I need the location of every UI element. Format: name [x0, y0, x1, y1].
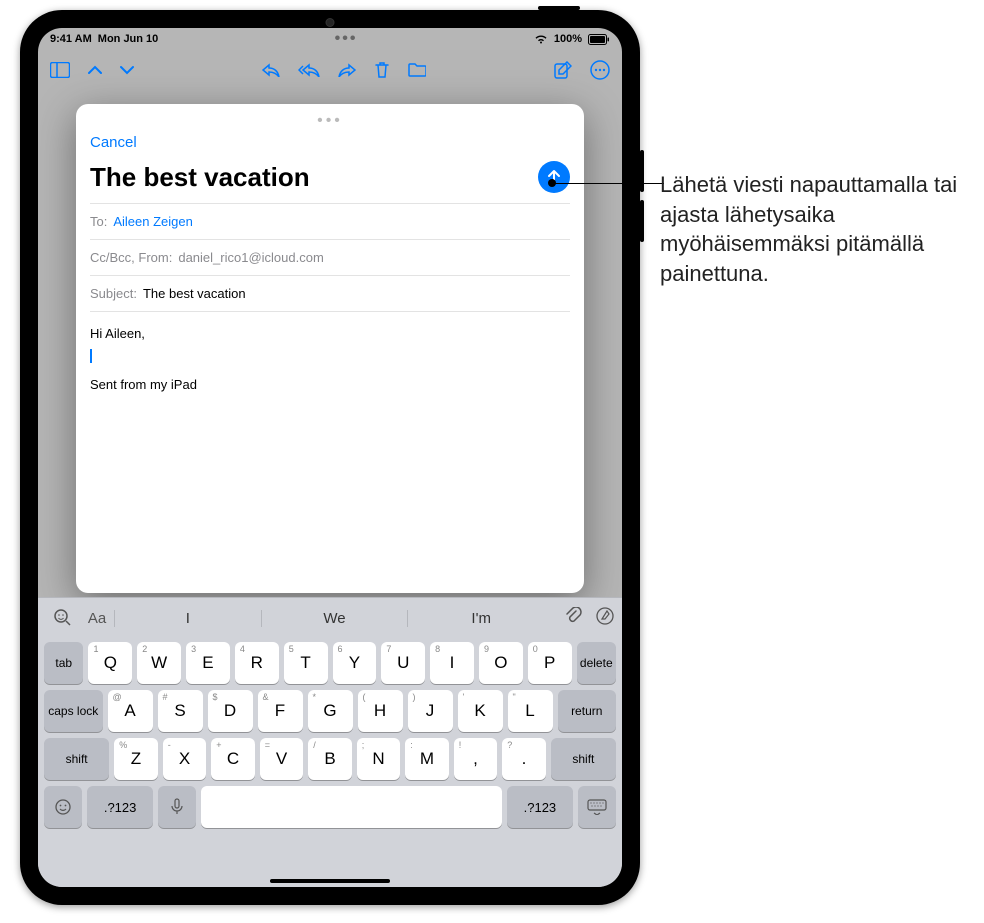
mail-toolbar: [38, 50, 622, 90]
reply-all-icon[interactable]: [298, 63, 320, 77]
attach-icon[interactable]: [564, 607, 582, 630]
front-camera: [326, 18, 335, 27]
key-delete[interactable]: delete: [577, 642, 616, 684]
compose-sheet: ••• Cancel The best vacation To: Aileen …: [76, 104, 584, 593]
battery-icon: [588, 34, 610, 45]
key-g[interactable]: G*: [308, 690, 353, 732]
ipad-frame: 9:41 AM Mon Jun 10 ••• 100%: [20, 10, 640, 905]
key-e[interactable]: E3: [186, 642, 230, 684]
key-capslock[interactable]: caps lock: [44, 690, 103, 732]
key-punct[interactable]: ,!: [454, 738, 498, 780]
key-d[interactable]: D$: [208, 690, 253, 732]
subject-label: Subject:: [90, 286, 137, 301]
key-p[interactable]: P0: [528, 642, 572, 684]
cancel-button[interactable]: Cancel: [90, 134, 137, 151]
key-y[interactable]: Y6: [333, 642, 377, 684]
key-space[interactable]: [201, 786, 502, 828]
multitask-dots[interactable]: •••: [335, 30, 358, 48]
prediction-2[interactable]: We: [261, 610, 408, 627]
key-i[interactable]: I8: [430, 642, 474, 684]
key-dictate[interactable]: [158, 786, 196, 828]
status-time: 9:41 AM: [50, 33, 92, 45]
to-value: Aileen Zeigen: [113, 214, 193, 229]
body-textarea[interactable]: Hi Aileen, Sent from my iPad: [90, 311, 570, 581]
key-emoji[interactable]: [44, 786, 82, 828]
key-symbols-right[interactable]: .?123: [507, 786, 573, 828]
key-h[interactable]: H(: [358, 690, 403, 732]
key-c[interactable]: C+: [211, 738, 255, 780]
key-shift-left[interactable]: shift: [44, 738, 109, 780]
prediction-1[interactable]: I: [114, 610, 261, 627]
key-shift-right[interactable]: shift: [551, 738, 616, 780]
screen: 9:41 AM Mon Jun 10 ••• 100%: [38, 28, 622, 887]
key-v[interactable]: V=: [260, 738, 304, 780]
markup-icon[interactable]: [596, 607, 614, 630]
volume-down-hw: [640, 200, 644, 242]
forward-icon[interactable]: [338, 63, 356, 77]
key-q[interactable]: Q1: [88, 642, 132, 684]
key-l[interactable]: L": [508, 690, 553, 732]
ccbcc-field[interactable]: Cc/Bcc, From: daniel_rico1@icloud.com: [90, 239, 570, 275]
subject-value: The best vacation: [143, 286, 246, 301]
key-r[interactable]: R4: [235, 642, 279, 684]
key-return[interactable]: return: [558, 690, 617, 732]
key-w[interactable]: W2: [137, 642, 181, 684]
key-b[interactable]: B/: [308, 738, 352, 780]
key-n[interactable]: N;: [357, 738, 401, 780]
status-bar: 9:41 AM Mon Jun 10 ••• 100%: [38, 28, 622, 50]
key-x[interactable]: X-: [163, 738, 207, 780]
sheet-grabber[interactable]: •••: [317, 112, 343, 130]
sidebar-toggle-icon[interactable]: [50, 62, 70, 78]
key-k[interactable]: K': [458, 690, 503, 732]
compose-icon[interactable]: [554, 61, 572, 79]
reply-icon[interactable]: [262, 63, 280, 77]
subject-field[interactable]: Subject: The best vacation: [90, 275, 570, 311]
ccbcc-label: Cc/Bcc, From:: [90, 250, 172, 265]
key-u[interactable]: U7: [381, 642, 425, 684]
text-cursor: [90, 349, 92, 363]
power-hw: [538, 6, 580, 10]
key-z[interactable]: Z%: [114, 738, 158, 780]
signature: Sent from my iPad: [90, 375, 570, 395]
key-o[interactable]: O9: [479, 642, 523, 684]
to-label: To:: [90, 214, 107, 229]
format-button[interactable]: Aa: [80, 610, 114, 627]
keyboard: Aa I We I'm tab Q1W2E3R4T5Y6U7I8O9P0dele…: [38, 597, 622, 887]
folder-icon[interactable]: [408, 63, 426, 77]
key-punct[interactable]: .?: [502, 738, 546, 780]
key-f[interactable]: F&: [258, 690, 303, 732]
status-date: Mon Jun 10: [98, 33, 159, 45]
key-tab[interactable]: tab: [44, 642, 83, 684]
wifi-icon: [534, 34, 548, 45]
compose-title: The best vacation: [90, 162, 310, 193]
key-hide-keyboard[interactable]: [578, 786, 616, 828]
key-m[interactable]: M:: [405, 738, 449, 780]
prediction-3[interactable]: I'm: [407, 610, 554, 627]
key-j[interactable]: J): [408, 690, 453, 732]
key-symbols-left[interactable]: .?123: [87, 786, 153, 828]
emoji-search-icon[interactable]: [46, 608, 80, 628]
home-indicator[interactable]: [270, 879, 390, 883]
ccbcc-value: daniel_rico1@icloud.com: [178, 250, 323, 265]
prediction-bar: Aa I We I'm: [38, 598, 622, 638]
key-s[interactable]: S#: [158, 690, 203, 732]
more-icon[interactable]: [590, 60, 610, 80]
body-greeting: Hi Aileen,: [90, 324, 570, 344]
trash-icon[interactable]: [374, 61, 390, 79]
key-a[interactable]: A@: [108, 690, 153, 732]
key-t[interactable]: T5: [284, 642, 328, 684]
chevron-down-icon[interactable]: [120, 64, 134, 76]
chevron-up-icon[interactable]: [88, 64, 102, 76]
battery-percent: 100%: [554, 33, 582, 45]
callout-text: Lähetä viesti napauttamalla tai ajasta l…: [660, 170, 960, 289]
callout-leader-line: [552, 183, 664, 195]
to-field[interactable]: To: Aileen Zeigen: [90, 203, 570, 239]
